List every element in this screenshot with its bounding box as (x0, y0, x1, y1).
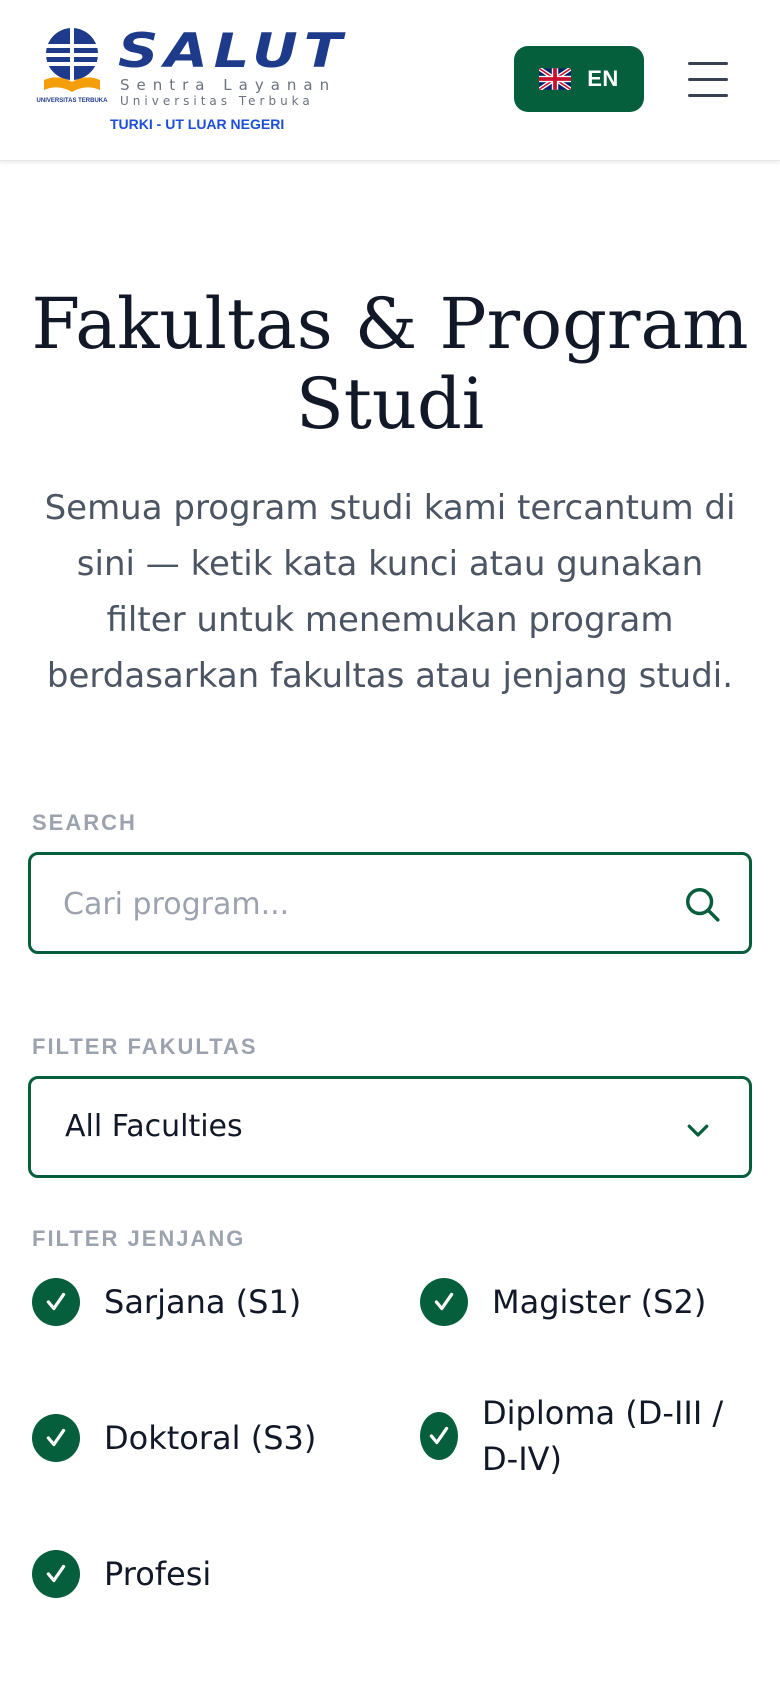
checkbox-checked-icon[interactable] (420, 1278, 468, 1326)
logo-wordmark: SALUT (118, 23, 348, 79)
level-option-s1[interactable]: Sarjana (S1) (32, 1278, 301, 1326)
level-option-label: Magister (S2) (492, 1283, 707, 1321)
universitas-terbuka-emblem-icon (44, 28, 100, 92)
level-option-label: Profesi (104, 1555, 212, 1593)
level-option-s3[interactable]: Doktoral (S3) (32, 1414, 316, 1462)
emblem-caption: UNIVERSITAS TERBUKA (36, 98, 108, 104)
search-icon[interactable] (683, 885, 721, 923)
language-toggle-button[interactable]: EN (514, 46, 644, 112)
level-option-label: Sarjana (S1) (104, 1283, 302, 1321)
faculty-filter-label: FILTER FAKULTAS (32, 1034, 258, 1059)
salut-logo[interactable]: UNIVERSITAS TERBUKA SALUT Sentra Layanan… (36, 24, 366, 136)
language-label: EN (587, 66, 619, 91)
site-header: UNIVERSITAS TERBUKA SALUT Sentra Layanan… (0, 0, 780, 161)
page-title: Fakultas & Program Studi (31, 283, 749, 445)
faculty-select[interactable]: All Faculties (28, 1076, 752, 1178)
search-field[interactable] (28, 852, 752, 954)
level-option-s2[interactable]: Magister (S2) (420, 1278, 706, 1326)
level-option-profesi[interactable]: Profesi (32, 1550, 211, 1598)
level-option-diploma[interactable]: Diploma (D-III / D-IV) (420, 1390, 752, 1482)
hamburger-menu-icon[interactable] (684, 60, 732, 100)
logo-tagline-line1: Sentra Layanan (120, 76, 337, 94)
search-label: SEARCH (32, 810, 137, 835)
checkbox-checked-icon[interactable] (32, 1550, 80, 1598)
logo-tagline-line2: Universitas Terbuka (120, 94, 314, 108)
level-option-label: Doktoral (S3) (104, 1419, 317, 1457)
page-description: Semua program studi kami tercantum di si… (44, 488, 736, 696)
checkbox-checked-icon[interactable] (32, 1414, 80, 1462)
checkbox-checked-icon[interactable] (420, 1412, 458, 1460)
uk-flag-icon (539, 68, 572, 90)
level-filter-label: FILTER JENJANG (32, 1226, 246, 1251)
logo-subtitle: TURKI - UT LUAR NEGERI (110, 116, 285, 132)
level-option-label: Diploma (D-III / D-IV) (482, 1394, 724, 1478)
chevron-down-icon (687, 1124, 709, 1137)
checkbox-checked-icon[interactable] (32, 1278, 80, 1326)
faculty-select-value: All Faculties (65, 1109, 243, 1144)
search-input[interactable] (61, 873, 665, 935)
